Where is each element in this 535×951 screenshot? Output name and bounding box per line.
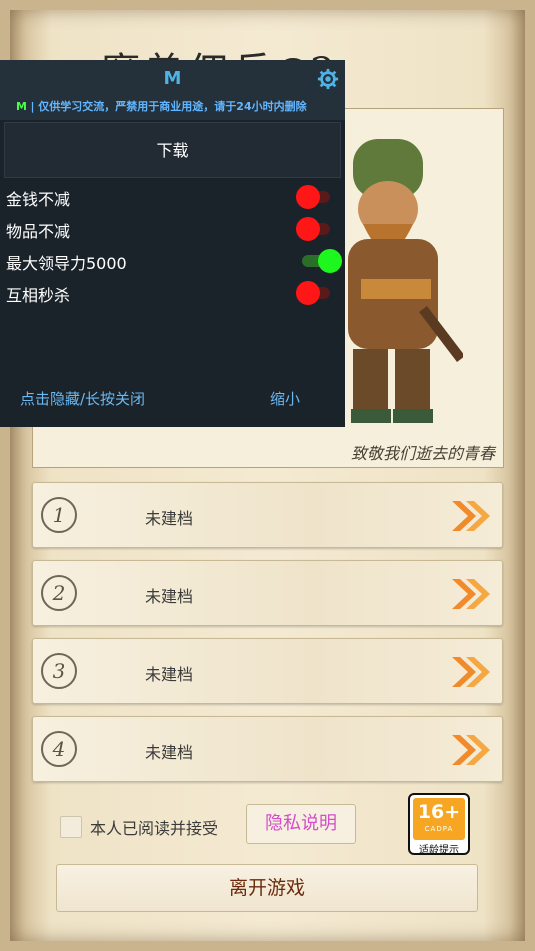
slot-number-emblem: 3 bbox=[41, 653, 77, 689]
toggle-knob bbox=[296, 281, 320, 305]
toggle-knob bbox=[318, 249, 342, 273]
minimize-button[interactable]: 缩小 bbox=[270, 388, 300, 409]
option-label-leadership: 最大领导力5000 bbox=[6, 254, 127, 273]
double-chevron-right-icon bbox=[452, 579, 490, 609]
consent-checkbox[interactable] bbox=[60, 816, 82, 838]
double-chevron-right-icon bbox=[452, 735, 490, 765]
notice-prefix: M bbox=[16, 100, 27, 113]
consent-row: 本人已阅读并接受 bbox=[60, 815, 218, 839]
exit-game-button[interactable]: 离开游戏 bbox=[56, 864, 478, 912]
age-rating-caption: 适龄提示 bbox=[419, 845, 459, 855]
hide-close-button[interactable]: 点击隐藏/长按关闭 bbox=[20, 388, 145, 409]
save-slot-1[interactable]: 1 未建档 bbox=[32, 482, 503, 548]
cadpa-label: CADPA bbox=[424, 825, 454, 833]
save-slot-2[interactable]: 2 未建档 bbox=[32, 560, 503, 626]
mod-menu-overlay: M M | 仅供学习交流，严禁用于商业用途，请于24小时内删除 下载 金钱不减 … bbox=[0, 60, 345, 427]
mod-menu-title: M bbox=[163, 68, 182, 89]
toggle-items[interactable] bbox=[296, 217, 330, 241]
toggle-leadership[interactable] bbox=[296, 249, 342, 273]
notice-text: | 仅供学习交流，严禁用于商业用途，请于24小时内删除 bbox=[30, 100, 307, 113]
slot-status-label: 未建档 bbox=[145, 743, 194, 762]
slot-status-label: 未建档 bbox=[145, 665, 194, 684]
slot-number-emblem: 1 bbox=[41, 497, 77, 533]
double-chevron-right-icon bbox=[452, 501, 490, 531]
slot-status-label: 未建档 bbox=[145, 587, 194, 606]
save-slot-3[interactable]: 3 未建档 bbox=[32, 638, 503, 704]
double-chevron-right-icon bbox=[452, 657, 490, 687]
option-label-money: 金钱不减 bbox=[6, 190, 71, 209]
toggle-knob bbox=[296, 217, 320, 241]
motto-text: 致敬我们逝去的青春 bbox=[350, 444, 495, 463]
dwarf-warrior-illustration bbox=[348, 139, 463, 423]
privacy-policy-button[interactable]: 隐私说明 bbox=[246, 804, 356, 844]
download-button[interactable]: 下载 bbox=[4, 122, 341, 178]
save-slot-4[interactable]: 4 未建档 bbox=[32, 716, 503, 782]
option-label-items: 物品不减 bbox=[6, 222, 71, 241]
toggle-money[interactable] bbox=[296, 185, 330, 209]
mod-menu-header: M M | 仅供学习交流，严禁用于商业用途，请于24小时内删除 bbox=[0, 60, 345, 120]
option-label-one-hit-kill: 互相秒杀 bbox=[6, 286, 71, 305]
consent-label: 本人已阅读并接受 bbox=[90, 819, 219, 838]
age-rating-text: 16+ bbox=[413, 798, 465, 840]
toggle-knob bbox=[296, 185, 320, 209]
disclaimer-notice: M | 仅供学习交流，严禁用于商业用途，请于24小时内删除 bbox=[16, 98, 307, 114]
slot-status-label: 未建档 bbox=[145, 509, 194, 528]
slot-number-emblem: 4 bbox=[41, 731, 77, 767]
gear-icon[interactable] bbox=[317, 68, 339, 90]
slot-number-emblem: 2 bbox=[41, 575, 77, 611]
age-rating-badge: 16+ CADPA 适龄提示 bbox=[408, 793, 470, 855]
toggle-one-hit-kill[interactable] bbox=[296, 281, 330, 305]
